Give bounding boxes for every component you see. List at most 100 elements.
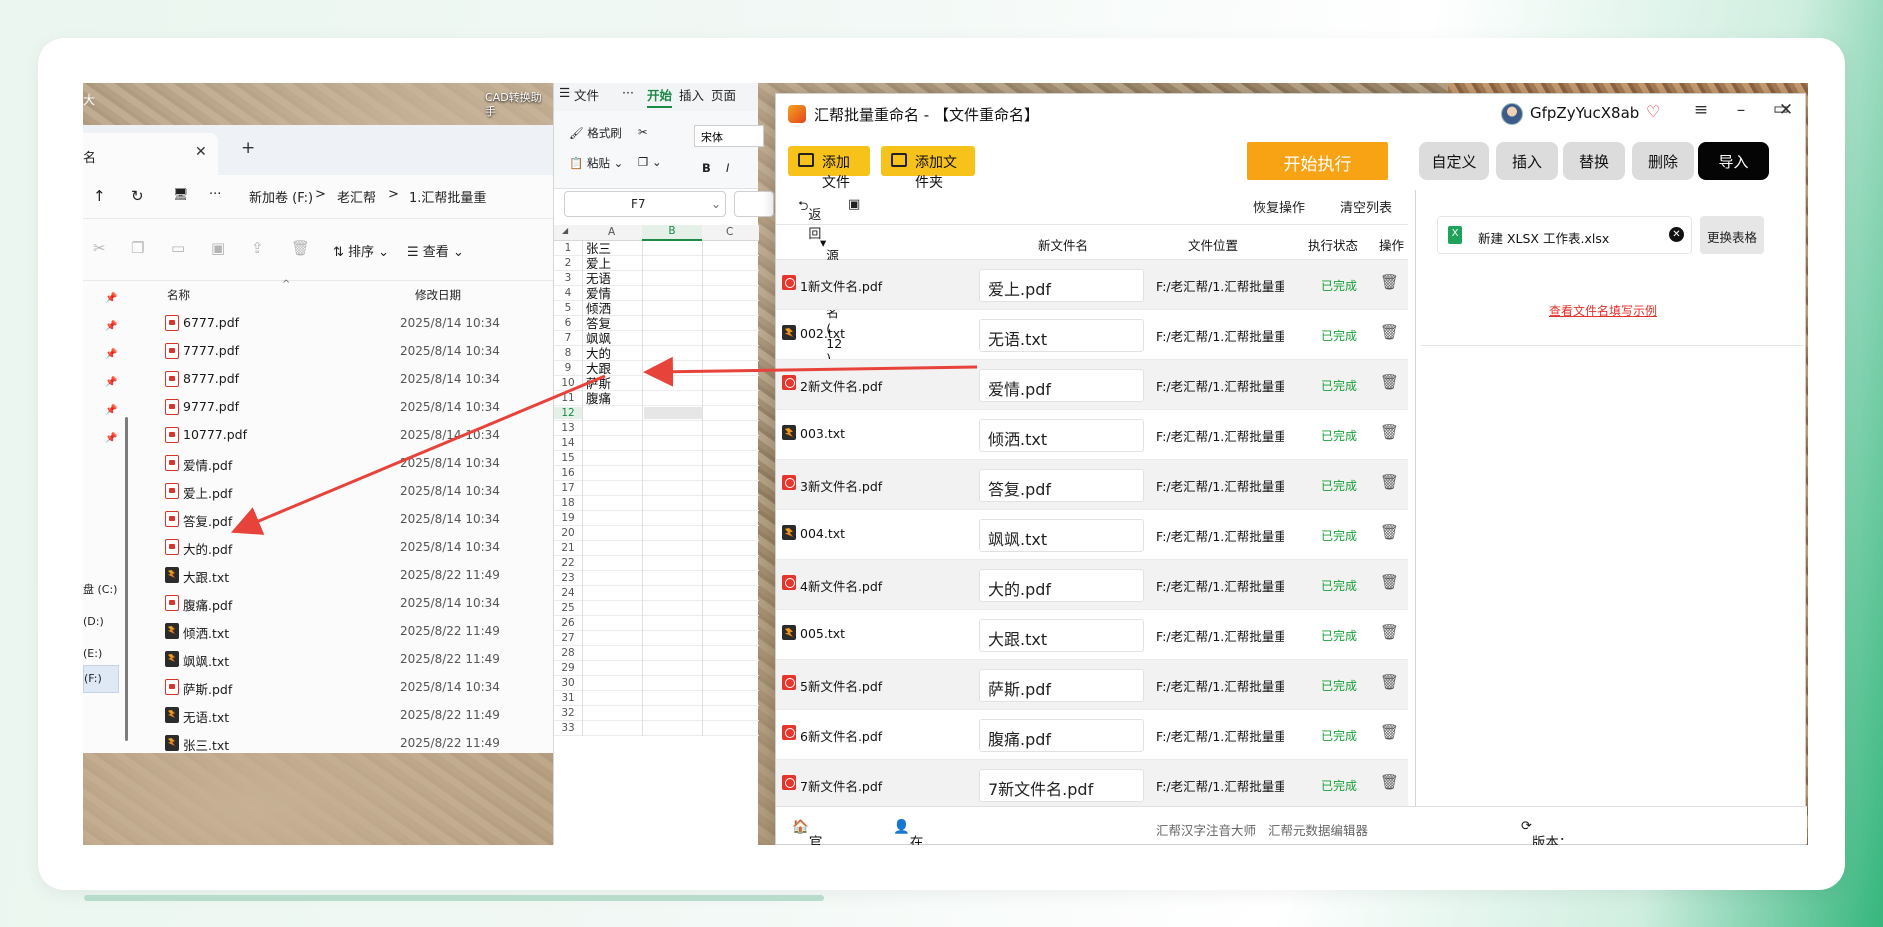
username[interactable]: GfpZyYucX8ab <box>1530 104 1639 122</box>
spreadsheet-row[interactable]: 1 张三 <box>554 241 759 256</box>
spreadsheet-row[interactable]: 14 <box>554 436 759 451</box>
close-icon[interactable]: ✕ <box>195 144 207 160</box>
undo-button[interactable]: 恢复操作 <box>1253 197 1305 216</box>
trash-icon[interactable]: 🗑 <box>1380 673 1399 691</box>
file-row[interactable]: 大跟.txt 2025/8/22 11:49 <box>155 561 555 589</box>
spreadsheet-row[interactable]: 17 <box>554 481 759 496</box>
spreadsheet-row[interactable]: 6 答复 <box>554 316 759 331</box>
new-filename-field[interactable]: 无语.txt <box>979 319 1144 352</box>
trash-icon[interactable]: 🗑 <box>1380 523 1399 541</box>
sidebar-drive-e[interactable]: (E:) <box>83 647 102 660</box>
row-number[interactable]: 28 <box>554 647 582 659</box>
delete-button[interactable]: 删除 <box>1632 142 1694 180</box>
custom-button[interactable]: 自定义 <box>1419 142 1489 180</box>
pinyin-app-link[interactable]: 汇帮汉字注音大师 <box>1156 820 1256 839</box>
row-number[interactable]: 26 <box>554 617 582 629</box>
new-filename-field[interactable]: 爱情.pdf <box>979 369 1144 402</box>
cell-a[interactable]: 大跟 <box>586 361 611 376</box>
spreadsheet-row[interactable]: 2 爱上 <box>554 256 759 271</box>
row-number[interactable]: 3 <box>554 272 582 284</box>
row-number[interactable]: 10 <box>554 377 582 389</box>
row-number[interactable]: 25 <box>554 602 582 614</box>
replace-button[interactable]: 替换 <box>1563 142 1625 180</box>
breadcrumb-folder[interactable]: 老汇帮 <box>337 187 376 206</box>
start-button[interactable]: 开始执行 <box>1247 142 1388 180</box>
cell-a[interactable]: 大的 <box>586 346 611 361</box>
menu-insert[interactable]: 插入 <box>679 85 704 104</box>
clear-list-button[interactable]: 清空列表 <box>1340 197 1392 216</box>
back-button[interactable]: ⮌ 返 回 <box>798 197 821 242</box>
desktop-shortcut-label[interactable]: CAD转换助手 <box>485 91 545 119</box>
window-close-button[interactable]: ✕ <box>1771 100 1801 120</box>
spreadsheet-row[interactable]: 21 <box>554 541 759 556</box>
spreadsheet-row[interactable]: 26 <box>554 616 759 631</box>
example-link[interactable]: 查看文件名填写示例 <box>1549 302 1657 319</box>
file-row[interactable]: 10777.pdf 2025/8/14 10:34 <box>155 421 555 449</box>
column-status[interactable]: 执行状态 <box>1308 235 1358 254</box>
row-number[interactable]: 7 <box>554 332 582 344</box>
spreadsheet-row[interactable]: 30 <box>554 676 759 691</box>
spreadsheet-row[interactable]: 20 <box>554 526 759 541</box>
monitor-icon[interactable]: 🖥 <box>173 187 188 201</box>
swap-sheet-button[interactable]: 更换表格 <box>1700 216 1764 254</box>
file-row[interactable]: 9777.pdf 2025/8/14 10:34 <box>155 393 555 421</box>
share-icon[interactable]: ⇪ <box>251 239 264 257</box>
column-date[interactable]: 修改日期 <box>415 287 461 303</box>
file-row[interactable]: 飒飒.txt 2025/8/22 11:49 <box>155 645 555 673</box>
spreadsheet-row[interactable]: 31 <box>554 691 759 706</box>
remove-file-icon[interactable]: ✕ <box>1669 227 1684 242</box>
metadata-app-link[interactable]: 汇帮元数据编辑器 <box>1268 820 1368 839</box>
new-filename-field[interactable]: 7新文件名.pdf <box>979 769 1144 802</box>
paste-button[interactable]: 📋 粘贴 ⌄ <box>569 155 623 171</box>
format-painter-button[interactable]: 🖌 格式刷 <box>569 125 622 141</box>
trash-icon[interactable]: 🗑 <box>1380 273 1399 291</box>
row-number[interactable]: 1 <box>554 242 582 254</box>
table-row[interactable]: 1新文件名.pdf 爱上.pdf F:/老汇帮/1.汇帮批量重命 已完成 🗑 <box>776 260 1408 310</box>
row-number[interactable]: 14 <box>554 437 582 449</box>
column-header-a[interactable]: A <box>608 226 615 238</box>
spreadsheet-row[interactable]: 18 <box>554 496 759 511</box>
pin-icon[interactable]: 📌 <box>105 433 117 444</box>
cut-icon[interactable]: ✂ <box>93 239 106 257</box>
row-number[interactable]: 33 <box>554 722 582 734</box>
horizontal-scrollbar[interactable] <box>84 895 824 901</box>
spreadsheet-row[interactable]: 7 飒飒 <box>554 331 759 346</box>
row-number[interactable]: 27 <box>554 632 582 644</box>
row-number[interactable]: 29 <box>554 662 582 674</box>
spreadsheet-row[interactable]: 11 腹痛 <box>554 391 759 406</box>
view-button[interactable]: ☰ 查看 ⌄ <box>407 241 464 260</box>
column-name[interactable]: 名称 <box>167 287 190 303</box>
spreadsheet-row[interactable]: 8 大的 <box>554 346 759 361</box>
row-number[interactable]: 21 <box>554 542 582 554</box>
spreadsheet-row[interactable]: 25 <box>554 601 759 616</box>
spreadsheet-row[interactable]: 29 <box>554 661 759 676</box>
row-number[interactable]: 17 <box>554 482 582 494</box>
column-header-b[interactable]: B <box>642 225 702 241</box>
avatar[interactable] <box>1501 103 1523 125</box>
table-row[interactable]: 6新文件名.pdf 腹痛.pdf F:/老汇帮/1.汇帮批量重命 已完成 🗑 <box>776 710 1408 760</box>
file-row[interactable]: 腹痛.pdf 2025/8/14 10:34 <box>155 589 555 617</box>
bold-button[interactable]: B <box>702 161 711 175</box>
refresh-icon[interactable]: ↻ <box>131 187 144 205</box>
trash-icon[interactable]: 🗑 <box>1380 423 1399 441</box>
spreadsheet-row[interactable]: 12 <box>554 406 759 421</box>
formula-search-box[interactable] <box>734 191 774 217</box>
row-number[interactable]: 31 <box>554 692 582 704</box>
new-filename-field[interactable]: 腹痛.pdf <box>979 719 1144 752</box>
table-row[interactable]: 002.txt 无语.txt F:/老汇帮/1.汇帮批量重命 已完成 🗑 <box>776 310 1408 360</box>
column-location[interactable]: 文件位置 <box>1188 235 1238 254</box>
table-row[interactable]: 003.txt 倾洒.txt F:/老汇帮/1.汇帮批量重命 已完成 🗑 <box>776 410 1408 460</box>
row-number[interactable]: 13 <box>554 422 582 434</box>
menu-page[interactable]: 页面 <box>711 85 736 104</box>
row-number[interactable]: 11 <box>554 392 582 404</box>
add-folder-button[interactable]: 添加文件夹 <box>881 146 975 191</box>
pin-icon[interactable]: 📌 <box>105 293 117 304</box>
menu-icon[interactable]: ☰ <box>559 85 570 100</box>
column-action[interactable]: 操作 <box>1379 235 1404 254</box>
row-number[interactable]: 5 <box>554 302 582 314</box>
trash-icon[interactable]: 🗑 <box>1380 373 1399 391</box>
menu-more[interactable]: ··· <box>622 85 634 100</box>
file-row[interactable]: 爱上.pdf 2025/8/14 10:34 <box>155 477 555 505</box>
row-number[interactable]: 8 <box>554 347 582 359</box>
row-number[interactable]: 24 <box>554 587 582 599</box>
